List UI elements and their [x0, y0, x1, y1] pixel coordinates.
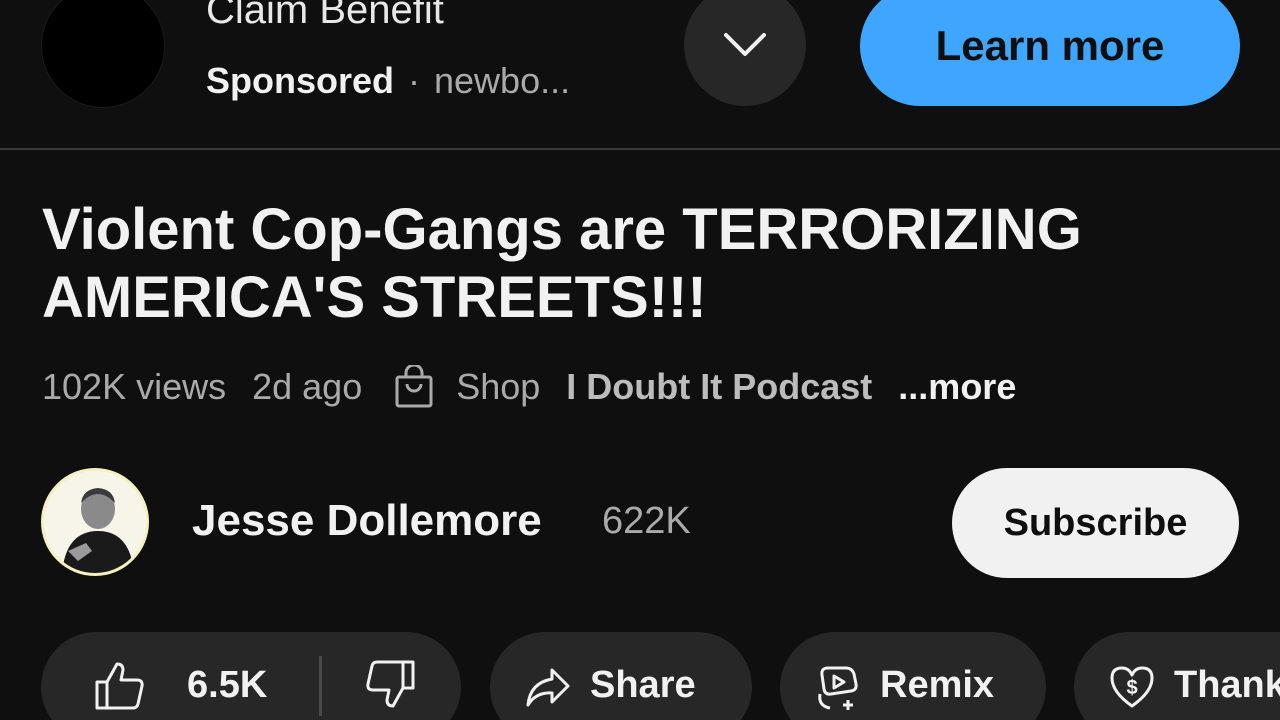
share-arrow-icon	[524, 664, 572, 718]
subscribe-button[interactable]: Subscribe	[952, 468, 1239, 578]
thanks-button[interactable]: $ Thanks	[1074, 632, 1280, 720]
shop-link[interactable]: Shop	[456, 366, 540, 408]
video-meta-line[interactable]: 102K views 2d ago Shop I Doubt It Podcas…	[42, 362, 1016, 412]
more-description-link[interactable]: ...more	[898, 366, 1016, 408]
video-watch-page: Claim Benefit Sponsored · newbo... Learn m…	[0, 0, 1280, 720]
divider	[0, 148, 1280, 150]
remix-icon	[814, 664, 862, 720]
advertiser-avatar[interactable]	[41, 0, 165, 108]
remix-label: Remix	[880, 664, 995, 706]
sponsored-ad-banner[interactable]: Claim Benefit Sponsored · newbo... Learn m…	[0, 0, 1280, 148]
heart-dollar-icon: $	[1108, 664, 1156, 720]
ad-expand-button[interactable]	[684, 0, 806, 106]
video-title[interactable]: Violent Cop-Gangs are TERRORIZING AMERIC…	[42, 196, 1242, 332]
like-dislike-group: 6.5K	[41, 632, 461, 720]
sponsored-label: Sponsored	[206, 60, 395, 101]
like-count[interactable]: 6.5K	[187, 664, 267, 707]
remix-button[interactable]: Remix	[780, 632, 1046, 720]
shopping-bag-icon[interactable]	[394, 365, 434, 409]
thanks-label: Thanks	[1174, 664, 1280, 706]
podcast-link[interactable]: I Doubt It Podcast	[566, 366, 872, 408]
view-count: 102K views	[42, 366, 227, 407]
svg-text:$: $	[1126, 677, 1137, 699]
share-button[interactable]: Share	[490, 632, 752, 720]
share-label: Share	[590, 664, 696, 706]
ad-meta: Sponsored · newbo...	[206, 60, 570, 102]
ad-title[interactable]: Claim Benefit	[206, 0, 444, 33]
subscriber-count: 622K	[602, 500, 691, 542]
thumbs-up-icon[interactable]	[93, 658, 147, 720]
learn-more-button[interactable]: Learn more	[860, 0, 1240, 106]
chevron-down-icon	[724, 33, 766, 56]
ad-domain: newbo...	[434, 60, 571, 101]
upload-age: 2d ago	[252, 366, 363, 407]
thumbs-down-icon[interactable]	[363, 658, 417, 720]
like-separator	[319, 656, 322, 716]
avatar-portrait	[44, 471, 146, 573]
meta-separator: ·	[408, 60, 421, 101]
channel-avatar[interactable]	[41, 468, 149, 576]
channel-name[interactable]: Jesse Dollemore	[192, 496, 542, 546]
